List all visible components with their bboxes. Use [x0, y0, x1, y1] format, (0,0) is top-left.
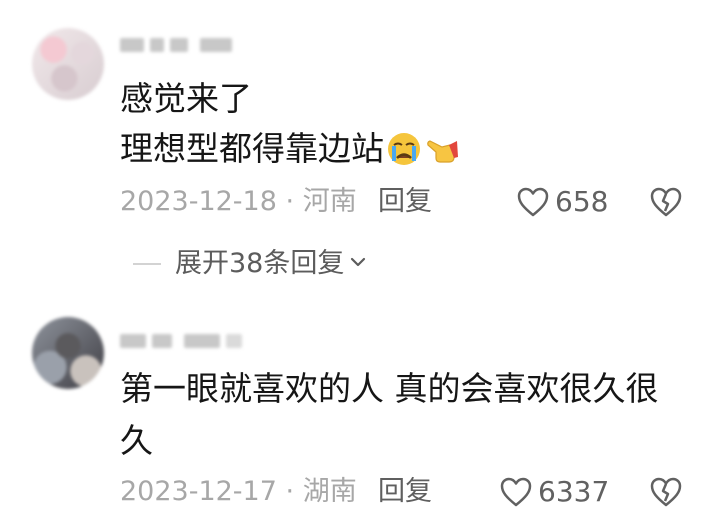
username-blurred [170, 38, 188, 52]
heart-outline-icon [498, 474, 534, 510]
comment-item: 第一眼就喜欢的人 真的会喜欢很久很 久 2023-12-17 · 湖南 回复 6… [0, 295, 720, 527]
meta-separator: · [285, 186, 295, 217]
comment-text-line: 久 [120, 419, 153, 463]
comment-location: 湖南 [302, 476, 357, 507]
meta-separator: · [285, 476, 295, 507]
avatar[interactable] [32, 317, 104, 389]
comment-text: 感觉来了 [120, 79, 252, 118]
comment-meta: 2023-12-17 · 湖南 [120, 474, 357, 510]
heart-outline-icon [515, 184, 551, 220]
username-blurred [184, 334, 220, 348]
crying-face-emoji-icon [386, 131, 422, 167]
pointing-hand-emoji-icon [424, 131, 460, 167]
comment-meta: 2023-12-18 · 河南 [120, 184, 357, 220]
comment-text: 久 [120, 421, 153, 460]
comment-text-line: 第一眼就喜欢的人 真的会喜欢很久很 [120, 367, 659, 411]
reply-button[interactable]: 回复 [378, 474, 432, 510]
comment-item: 感觉来了 理想型都得靠边站 2023-12-18 · 河南 回复 658 展开3… [0, 0, 720, 295]
comment-text-line: 感觉来了 [120, 77, 252, 121]
comment-list: 感觉来了 理想型都得靠边站 2023-12-18 · 河南 回复 658 展开3… [0, 0, 720, 527]
username-blurred [120, 334, 146, 348]
like-count: 658 [555, 185, 609, 218]
broken-heart-outline-icon [648, 184, 684, 220]
comment-location: 河南 [302, 186, 357, 217]
like-button[interactable]: 6337 [498, 474, 609, 510]
expand-divider [133, 263, 161, 265]
reply-button[interactable]: 回复 [378, 184, 432, 220]
dislike-button[interactable] [648, 184, 684, 220]
username-blurred [120, 38, 144, 52]
like-count: 6337 [538, 475, 610, 508]
username-blurred [152, 334, 172, 348]
username[interactable] [120, 330, 248, 352]
comment-text-line: 理想型都得靠边站 [120, 127, 460, 171]
comment-date: 2023-12-17 [120, 476, 277, 507]
like-button[interactable]: 658 [515, 184, 608, 220]
username[interactable] [120, 34, 238, 56]
expand-replies-button[interactable]: 展开38条回复 [133, 246, 368, 282]
username-blurred [200, 38, 232, 52]
dislike-button[interactable] [648, 474, 684, 510]
comment-text: 理想型都得靠边站 [120, 129, 384, 168]
expand-replies-label: 展开38条回复 [175, 248, 345, 279]
username-blurred [226, 334, 242, 348]
comment-text: 第一眼就喜欢的人 真的会喜欢很久很 [120, 369, 659, 408]
username-blurred [150, 38, 164, 52]
comment-date: 2023-12-18 [120, 186, 277, 217]
avatar[interactable] [32, 28, 104, 100]
chevron-down-icon [348, 246, 368, 282]
broken-heart-outline-icon [648, 474, 684, 510]
